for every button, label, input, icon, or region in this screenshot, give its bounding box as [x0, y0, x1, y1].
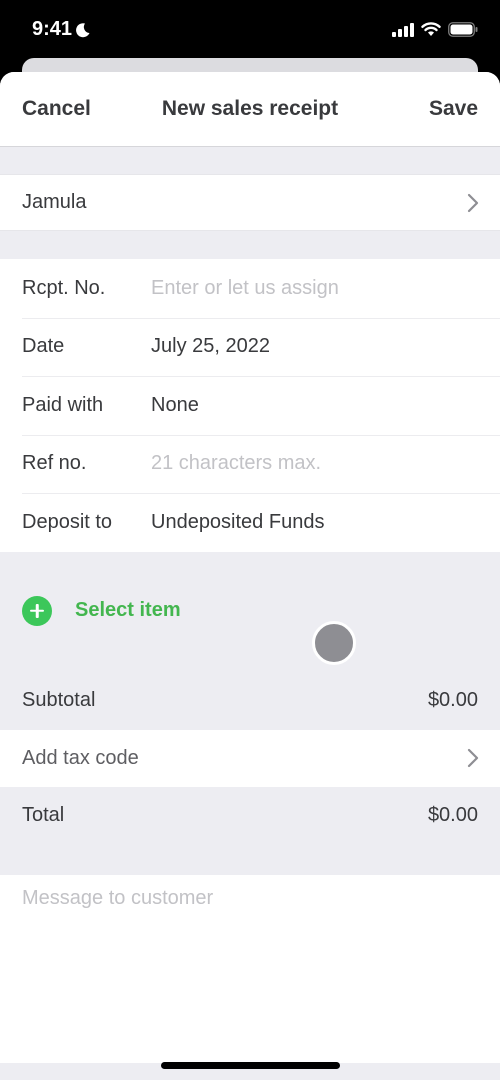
paid-with-value[interactable]: None: [151, 394, 199, 417]
field-receipt-number[interactable]: Rcpt. No. Enter or let us assign: [0, 259, 500, 318]
sales-receipt-sheet: Cancel New sales receipt Save Jamula Rcp…: [0, 72, 500, 1080]
moon-icon: [76, 22, 90, 37]
save-button[interactable]: Save: [429, 97, 478, 121]
time-label: 9:41: [32, 18, 73, 40]
field-date[interactable]: Date July 25, 2022: [0, 317, 500, 377]
status-icons: [392, 22, 478, 37]
total-label: Total: [22, 804, 65, 826]
add-tax-code-label: Add tax code: [22, 746, 139, 769]
receipt-number-input[interactable]: Enter or let us assign: [151, 277, 339, 300]
customer-row[interactable]: Jamula: [0, 174, 500, 231]
deposit-to-value[interactable]: Undeposited Funds: [151, 511, 324, 534]
field-label: Paid with: [22, 393, 104, 416]
field-label: Rcpt. No.: [22, 276, 106, 299]
receipt-fields: Rcpt. No. Enter or let us assign Date Ju…: [0, 259, 500, 552]
items-section: Select item: [0, 552, 500, 697]
total-value: $0.00: [427, 804, 478, 826]
field-ref-no[interactable]: Ref no. 21 characters max.: [0, 434, 500, 494]
touch-indicator: [312, 620, 356, 665]
message-to-customer-input[interactable]: Message to customer: [0, 874, 500, 1063]
status-bar: 9:41: [0, 0, 500, 60]
date-value[interactable]: July 25, 2022: [151, 335, 270, 358]
select-item-label: Select item: [75, 599, 181, 621]
chevron-right-icon: [467, 193, 479, 212]
home-indicator: [161, 1062, 340, 1069]
message-placeholder: Message to customer: [22, 886, 214, 909]
plus-circle-icon: [22, 595, 52, 626]
battery-icon: [448, 22, 478, 37]
nav-bar: Cancel New sales receipt Save: [0, 72, 500, 147]
field-label: Ref no.: [22, 452, 87, 475]
total-row: Total $0.00: [0, 787, 500, 845]
add-tax-code-row[interactable]: Add tax code: [0, 729, 500, 787]
field-label: Date: [22, 335, 65, 358]
ref-no-input[interactable]: 21 characters max.: [151, 452, 321, 475]
signal-icon: [392, 22, 414, 37]
field-deposit-to[interactable]: Deposit to Undeposited Funds: [0, 493, 500, 552]
page-title: New sales receipt: [161, 97, 339, 120]
field-label: Deposit to: [22, 510, 113, 533]
select-item-button[interactable]: Select item: [22, 595, 181, 626]
customer-name: Jamula: [22, 191, 87, 213]
status-time: 9:41: [32, 18, 91, 41]
field-paid-with[interactable]: Paid with None: [0, 376, 500, 435]
wifi-icon: [421, 22, 441, 36]
chevron-right-icon: [467, 748, 479, 768]
